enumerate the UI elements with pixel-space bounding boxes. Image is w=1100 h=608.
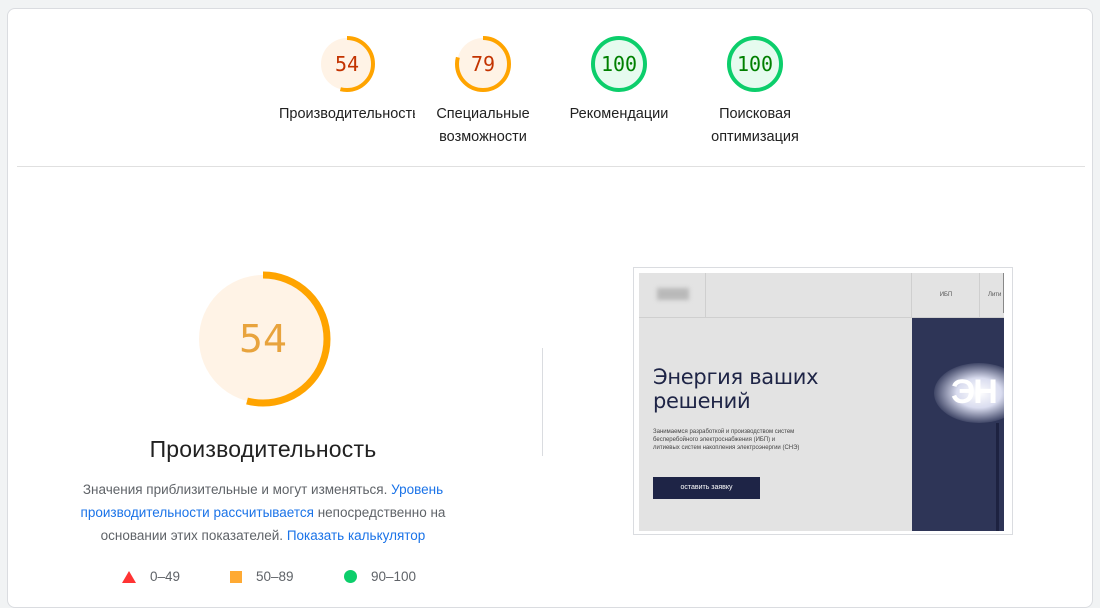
hero-text: Занимаемся разработкой и производством с… <box>653 429 800 451</box>
main-score: 54 <box>238 317 288 361</box>
score-legend: 0–49 50–89 90–100 <box>114 569 454 591</box>
gauge-label: Рекомендации <box>569 106 669 122</box>
gauge-performance[interactable]: 54 Производительность <box>272 35 422 126</box>
screenshot-content: ИБП Лити ЭН Энергия ваших решений Занима… <box>639 273 1004 531</box>
gauge-label: Специальные возможности <box>436 106 530 145</box>
main-title: Производительность <box>149 436 377 462</box>
legend-range: 50–89 <box>256 569 294 584</box>
gauge-score: 54 <box>334 52 360 76</box>
vertical-divider <box>542 348 543 456</box>
hero-cta-button: оставить заявку <box>653 477 760 499</box>
gauge-seo[interactable]: 100 Поисковая оптимизация <box>680 35 830 149</box>
gauge-score: 100 <box>736 52 774 76</box>
legend-range: 90–100 <box>371 569 417 584</box>
desc-text: Значения приблизительные и могут изменят… <box>82 482 392 497</box>
legend-fail: 0–49 <box>122 569 180 584</box>
score-description: Значения приблизительные и могут изменят… <box>55 478 471 547</box>
gauge-accessibility[interactable]: 79 Специальные возможности <box>408 35 558 149</box>
hero-glow-text: ЭН <box>951 373 998 411</box>
section-divider <box>17 166 1085 167</box>
hero-bar <box>996 423 999 531</box>
hero-image-panel <box>912 318 1004 531</box>
site-scrollbar <box>1003 273 1004 313</box>
site-logo <box>639 273 706 317</box>
gauge-label: Поисковая оптимизация <box>711 106 799 145</box>
hero-title: Энергия ваших решений <box>653 365 819 413</box>
site-header: ИБП Лити <box>639 273 1004 318</box>
page-screenshot-preview[interactable]: ИБП Лити ЭН Энергия ваших решений Занима… <box>633 267 1013 535</box>
legend-average: 50–89 <box>230 569 294 584</box>
circle-icon <box>344 570 357 583</box>
category-gauges: 54 Производительность 79 Специальные воз… <box>8 9 1094 167</box>
gauge-label: Производительность <box>279 106 415 122</box>
site-nav-item: ИБП <box>911 273 980 317</box>
site-nav-item: Лити <box>979 273 1004 317</box>
gauge-best-practices[interactable]: 100 Рекомендации <box>544 35 694 126</box>
legend-range: 0–49 <box>150 569 181 584</box>
show-calculator-link[interactable]: Показать калькулятор <box>287 528 426 543</box>
triangle-icon <box>122 570 136 583</box>
gauge-score: 100 <box>600 52 638 76</box>
gauge-score: 79 <box>470 52 496 76</box>
square-icon <box>230 570 242 583</box>
legend-pass: 90–100 <box>344 569 416 584</box>
